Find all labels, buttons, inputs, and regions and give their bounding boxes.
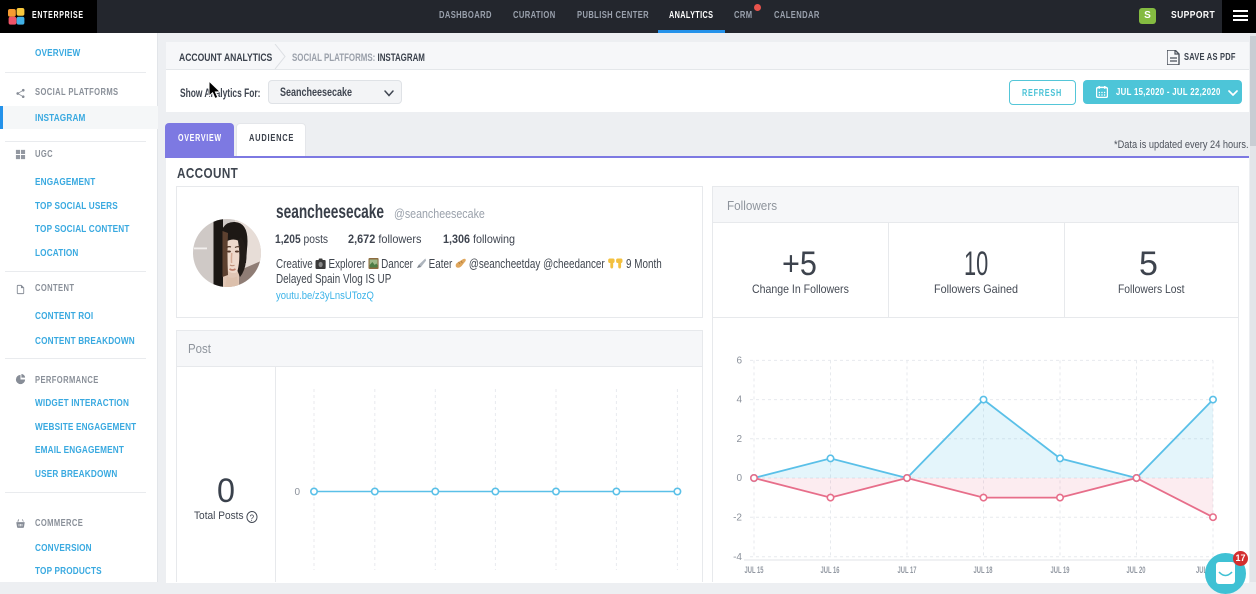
svg-text:JUL 18: JUL 18 xyxy=(974,565,993,575)
svg-text:4: 4 xyxy=(736,395,742,406)
svg-text:JUL 17: JUL 17 xyxy=(898,565,917,575)
svg-text:JUL 19: JUL 19 xyxy=(1051,565,1070,575)
svg-text:-2: -2 xyxy=(733,512,742,523)
svg-text:2: 2 xyxy=(736,434,742,445)
svg-text:-4: -4 xyxy=(733,552,742,563)
svg-text:0: 0 xyxy=(736,473,742,484)
svg-text:JUL 20: JUL 20 xyxy=(1127,565,1146,575)
svg-text:0: 0 xyxy=(294,487,300,498)
svg-text:JUL 16: JUL 16 xyxy=(821,565,840,575)
svg-text:JUL 15: JUL 15 xyxy=(745,565,764,575)
svg-text:6: 6 xyxy=(736,356,742,367)
